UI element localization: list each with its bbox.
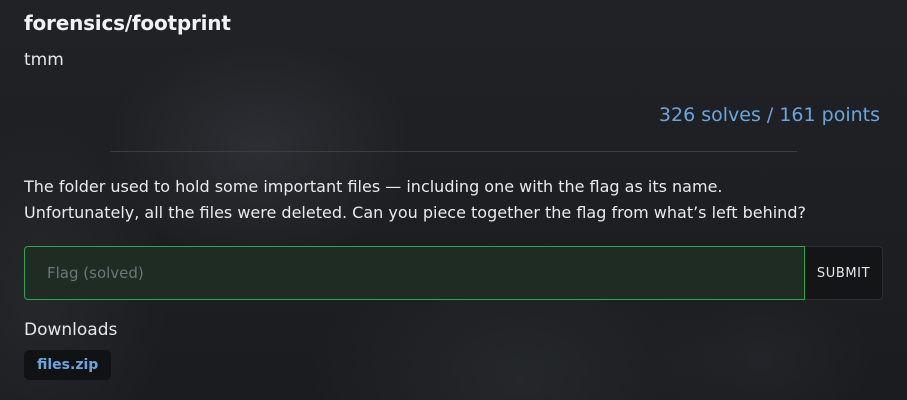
challenge-stats: 326 solves / 161 points — [658, 104, 880, 126]
divider — [110, 151, 797, 152]
challenge-panel: forensics/footprint tmm 326 solves / 161… — [0, 0, 907, 400]
challenge-title: forensics/footprint — [24, 11, 231, 35]
description-line: The folder used to hold some important f… — [24, 177, 723, 196]
challenge-author: tmm — [24, 50, 64, 70]
downloads-heading: Downloads — [24, 320, 118, 340]
description-line: Unfortunately, all the files were delete… — [24, 203, 806, 222]
download-link-files-zip[interactable]: files.zip — [24, 350, 112, 380]
flag-form: SUBMIT — [24, 246, 883, 300]
flag-input[interactable] — [24, 246, 805, 300]
submit-button[interactable]: SUBMIT — [805, 246, 883, 300]
challenge-description: The folder used to hold some important f… — [24, 174, 884, 226]
